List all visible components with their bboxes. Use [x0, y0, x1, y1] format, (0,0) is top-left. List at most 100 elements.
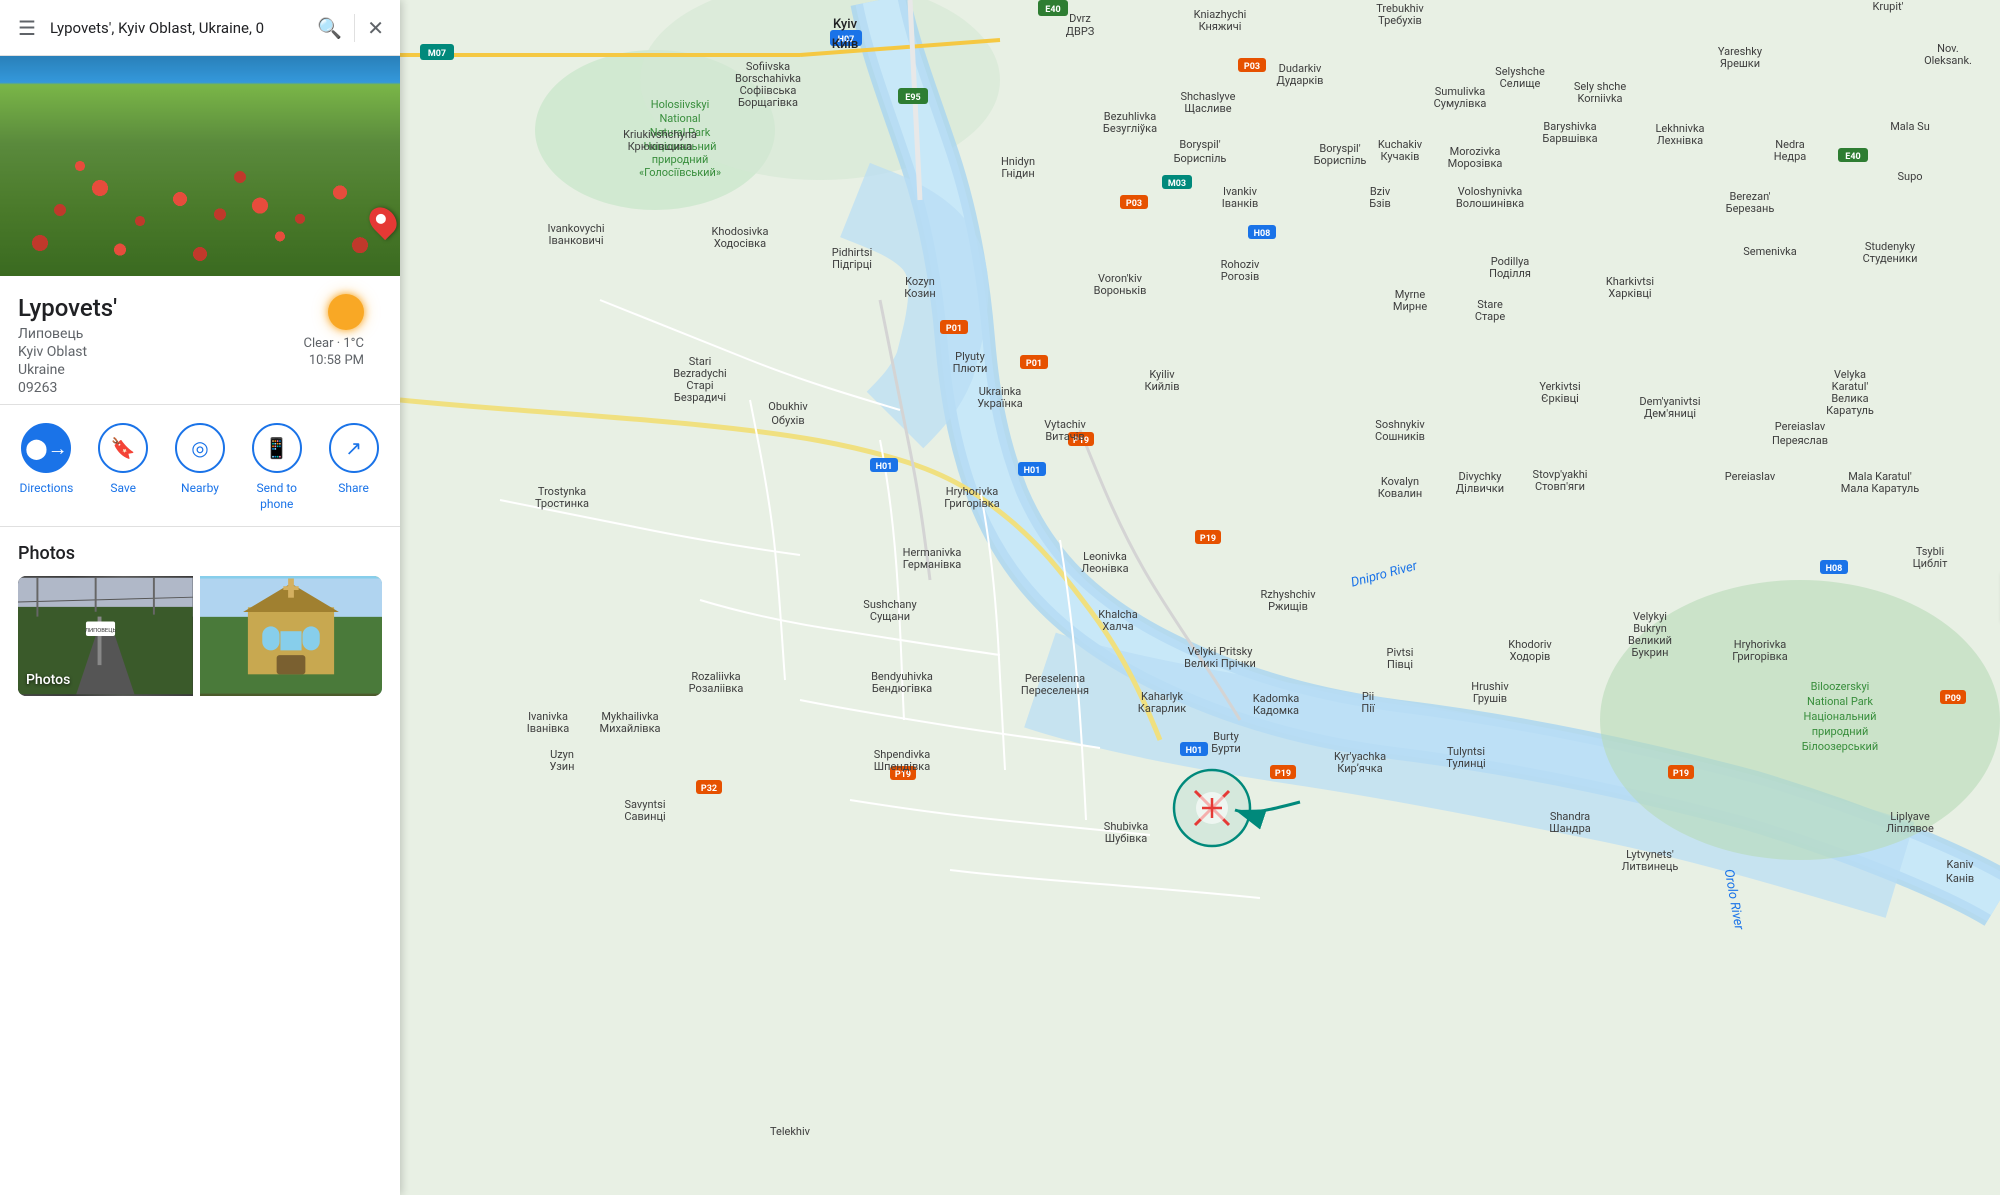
svg-text:H08: H08	[1826, 564, 1843, 574]
svg-text:E40: E40	[1845, 152, 1860, 162]
hamburger-icon[interactable]: ☰	[12, 12, 42, 44]
svg-text:Великі Прічки: Великі Прічки	[1184, 657, 1256, 670]
photo-right-inner	[200, 576, 382, 696]
svg-text:P19: P19	[1275, 769, 1291, 779]
svg-text:Бзів: Бзів	[1369, 197, 1390, 210]
svg-text:Недра: Недра	[1774, 150, 1806, 163]
svg-text:Supo: Supo	[1897, 170, 1922, 183]
send-to-phone-button[interactable]: 📱 Send tophone	[247, 423, 307, 512]
svg-text:природний: природний	[652, 153, 709, 166]
directions-circle: ⬤→	[21, 423, 71, 473]
save-button[interactable]: 🔖 Save	[93, 423, 153, 497]
svg-text:H01: H01	[1024, 466, 1041, 476]
photos-overlay-label: Photos	[26, 672, 70, 688]
search-icon[interactable]: 🔍	[313, 12, 346, 44]
map-area[interactable]: M07 H07 E95 E40 P03 P03 M03 H08 P01 P01 …	[400, 0, 2000, 1195]
svg-text:Канів: Канів	[1946, 872, 1974, 885]
svg-text:Дударків: Дударків	[1277, 74, 1324, 87]
svg-text:Іванівка: Іванівка	[527, 722, 570, 735]
svg-text:Сущани: Сущани	[870, 610, 910, 623]
close-icon[interactable]: ✕	[363, 12, 388, 44]
svg-text:Biloozerskyi: Biloozerskyi	[1811, 680, 1870, 693]
svg-text:Волошинівка: Волошинівка	[1456, 197, 1524, 210]
hero-image	[0, 56, 400, 276]
svg-text:Іванковичі: Іванковичі	[548, 234, 603, 247]
weather-time: 10:58 PM	[309, 353, 364, 368]
poppy-field-bg	[0, 56, 400, 276]
directions-button[interactable]: ⬤→ Directions	[16, 423, 76, 497]
svg-text:Поділля: Поділля	[1489, 267, 1531, 280]
send-circle: 📱	[252, 423, 302, 473]
svg-text:Сумулівка: Сумулівка	[1434, 97, 1487, 110]
weather-widget: Clear · 1°C 10:58 PM	[304, 294, 364, 368]
svg-text:Mala Su: Mala Su	[1890, 120, 1930, 133]
svg-text:Букрин: Букрин	[1632, 646, 1669, 659]
photo-right	[200, 576, 382, 696]
nearby-label: Nearby	[181, 481, 219, 497]
svg-text:Кирʼячка: Кирʼячка	[1337, 762, 1382, 775]
svg-text:Литвинець: Литвинець	[1622, 860, 1679, 873]
info-row: Lypovets' Липовець Kyiv Oblast Ukraine 0…	[18, 294, 382, 396]
share-icon: ↗	[345, 436, 362, 460]
nearby-button[interactable]: ◎ Nearby	[170, 423, 230, 497]
svg-text:Національний: Національний	[1804, 710, 1877, 723]
svg-text:Oleksank.: Oleksank.	[1924, 54, 1972, 67]
directions-label: Directions	[19, 481, 73, 497]
svg-text:P32: P32	[701, 784, 717, 794]
svg-text:Халча: Халча	[1102, 620, 1133, 633]
svg-text:Рогозів: Рогозів	[1221, 270, 1259, 283]
svg-text:H08: H08	[1254, 229, 1271, 239]
svg-text:Бориспіль: Бориспіль	[1314, 154, 1367, 167]
svg-text:Підгірці: Підгірці	[832, 258, 872, 271]
nearby-icon: ◎	[191, 436, 208, 460]
photos-grid[interactable]: ЛИПОВЕЦЬ	[18, 576, 382, 696]
svg-text:Мала Каратуль: Мала Каратуль	[1841, 482, 1919, 495]
search-input[interactable]: Lypovets', Kyiv Oblast, Ukraine, 0	[50, 19, 305, 37]
svg-text:Селище: Селище	[1500, 77, 1541, 90]
svg-text:Київ: Київ	[832, 37, 859, 52]
svg-text:Шпендівка: Шпендівка	[874, 760, 930, 773]
svg-text:Витачів: Витачів	[1045, 430, 1084, 443]
svg-text:Кагарлик: Кагарлик	[1138, 702, 1186, 715]
svg-text:Морозівка: Морозівка	[1448, 157, 1503, 170]
svg-text:Pereiaslav: Pereiaslav	[1725, 470, 1776, 483]
svg-text:Обухів: Обухів	[771, 414, 804, 427]
svg-text:Стовп'яги: Стовп'яги	[1535, 480, 1585, 493]
map-svg: M07 H07 E95 E40 P03 P03 M03 H08 P01 P01 …	[400, 0, 2000, 1195]
svg-text:Плюти: Плюти	[953, 362, 988, 375]
svg-text:Сошників: Сошників	[1375, 430, 1425, 443]
svg-text:Цибліт: Цибліт	[1913, 557, 1949, 570]
svg-text:Щасливе: Щасливе	[1184, 102, 1231, 115]
svg-text:ДВРЗ: ДВРЗ	[1066, 25, 1095, 38]
svg-text:M07: M07	[428, 49, 446, 59]
svg-text:Holosiivskyi: Holosiivskyi	[651, 98, 710, 111]
weather-temp: Clear · 1°C	[304, 336, 364, 351]
svg-text:Розаліівка: Розаліівка	[689, 682, 744, 695]
svg-text:Безрадичі: Безрадичі	[674, 391, 726, 404]
svg-text:Лехнівка: Лехнівка	[1657, 134, 1703, 147]
svg-text:Требухів: Требухів	[1378, 14, 1422, 27]
save-label: Save	[110, 481, 136, 497]
svg-text:Княжичі: Княжичі	[1199, 20, 1242, 33]
svg-text:Бориспіль: Бориспіль	[1174, 152, 1227, 165]
svg-text:M03: M03	[1168, 179, 1186, 189]
svg-text:National: National	[659, 112, 700, 125]
svg-text:Студеники: Студеники	[1863, 252, 1918, 265]
sidebar: ☰ Lypovets', Kyiv Oblast, Ukraine, 0 🔍 ✕…	[0, 0, 400, 1195]
photo-right-svg	[200, 576, 382, 696]
share-button[interactable]: ↗ Share	[324, 423, 384, 497]
svg-text:H01: H01	[1186, 746, 1203, 756]
svg-text:Грушів: Грушів	[1473, 692, 1507, 705]
svg-text:P03: P03	[1244, 62, 1260, 72]
share-circle: ↗	[329, 423, 379, 473]
svg-text:Іванків: Іванків	[1222, 197, 1259, 210]
svg-text:природний: природний	[1812, 725, 1869, 738]
svg-text:Переселення: Переселення	[1021, 684, 1089, 697]
svg-text:Українка: Українка	[977, 397, 1022, 410]
svg-text:Ліплявое: Ліплявое	[1886, 822, 1934, 835]
search-bar: ☰ Lypovets', Kyiv Oblast, Ukraine, 0 🔍 ✕	[0, 0, 400, 56]
svg-text:Бурти: Бурти	[1211, 742, 1241, 755]
svg-text:Krupit': Krupit'	[1872, 0, 1903, 13]
svg-text:Григорівка: Григорівка	[944, 497, 999, 510]
svg-text:E95: E95	[905, 93, 920, 103]
